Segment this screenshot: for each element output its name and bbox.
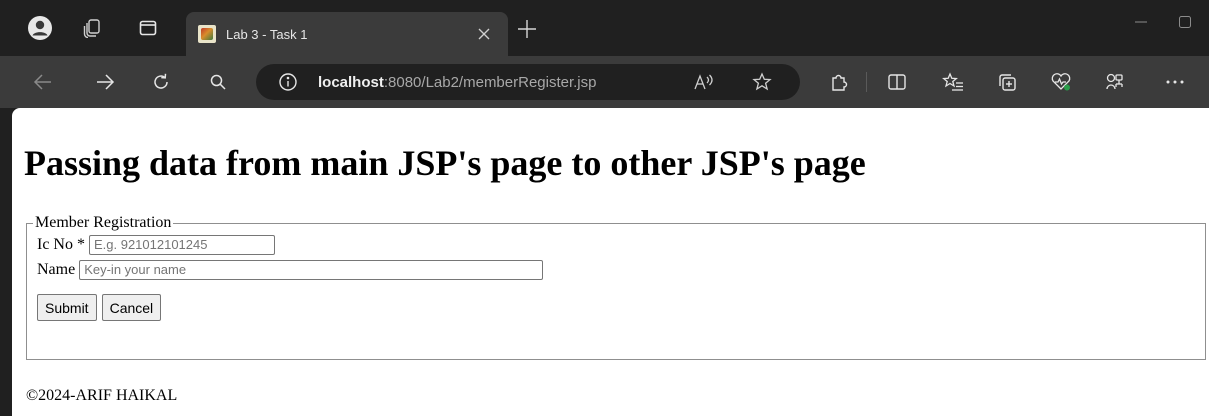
- active-tab[interactable]: Lab 3 - Task 1: [186, 12, 508, 56]
- cancel-button[interactable]: Cancel: [101, 294, 162, 321]
- workspaces-icon[interactable]: [78, 14, 106, 42]
- url-text[interactable]: localhost:8080/Lab2/memberRegister.jsp: [318, 74, 596, 91]
- site-info-icon[interactable]: [278, 72, 298, 92]
- maximize-icon[interactable]: [1170, 12, 1200, 32]
- copilot-icon[interactable]: [1100, 68, 1130, 96]
- footer-copyright: ©2024-ARIF HAIKAL: [26, 387, 178, 404]
- refresh-icon[interactable]: [146, 68, 176, 96]
- tab-strip: Lab 3 - Task 1: [0, 0, 1209, 56]
- favorite-icon[interactable]: [750, 70, 774, 94]
- name-row: Name: [37, 257, 1195, 282]
- browser-toolbar: localhost:8080/Lab2/memberRegister.jsp: [0, 56, 1209, 108]
- read-aloud-icon[interactable]: [692, 70, 716, 94]
- search-icon[interactable]: [203, 68, 233, 96]
- split-screen-icon[interactable]: [882, 68, 912, 96]
- url-path: :8080/Lab2/memberRegister.jsp: [383, 73, 597, 91]
- profile-icon[interactable]: [26, 14, 54, 42]
- ic-label: Ic No *: [37, 235, 89, 253]
- member-registration-fieldset: Member Registration Ic No * Name Submit …: [26, 214, 1206, 360]
- tab-favicon: [198, 25, 216, 43]
- forward-icon[interactable]: [90, 68, 120, 96]
- more-icon[interactable]: [1160, 68, 1190, 96]
- name-label: Name: [37, 260, 80, 278]
- close-icon[interactable]: [474, 24, 494, 44]
- ic-input[interactable]: [88, 234, 275, 255]
- submit-button[interactable]: Submit: [37, 294, 97, 321]
- tab-actions-icon[interactable]: [134, 14, 162, 42]
- page-viewport: Passing data from main JSP's page to oth…: [12, 108, 1209, 416]
- name-input[interactable]: [79, 259, 544, 280]
- toolbar-divider: [866, 72, 867, 92]
- new-tab-icon[interactable]: [514, 18, 540, 44]
- collections-icon[interactable]: [992, 68, 1022, 96]
- back-icon[interactable]: [28, 68, 58, 96]
- tab-title: Lab 3 - Task 1: [226, 26, 308, 42]
- ic-row: Ic No *: [37, 232, 1195, 257]
- address-bar[interactable]: localhost:8080/Lab2/memberRegister.jsp: [256, 64, 800, 100]
- favorites-icon[interactable]: [938, 68, 968, 96]
- url-host: localhost: [318, 73, 384, 91]
- fieldset-legend: Member Registration: [35, 214, 172, 231]
- minimize-icon[interactable]: [1126, 12, 1156, 32]
- browser-essentials-icon[interactable]: [1046, 68, 1076, 96]
- extensions-icon[interactable]: [824, 68, 854, 96]
- form-buttons: Submit Cancel: [37, 294, 1195, 321]
- page-heading: Passing data from main JSP's page to oth…: [24, 143, 866, 183]
